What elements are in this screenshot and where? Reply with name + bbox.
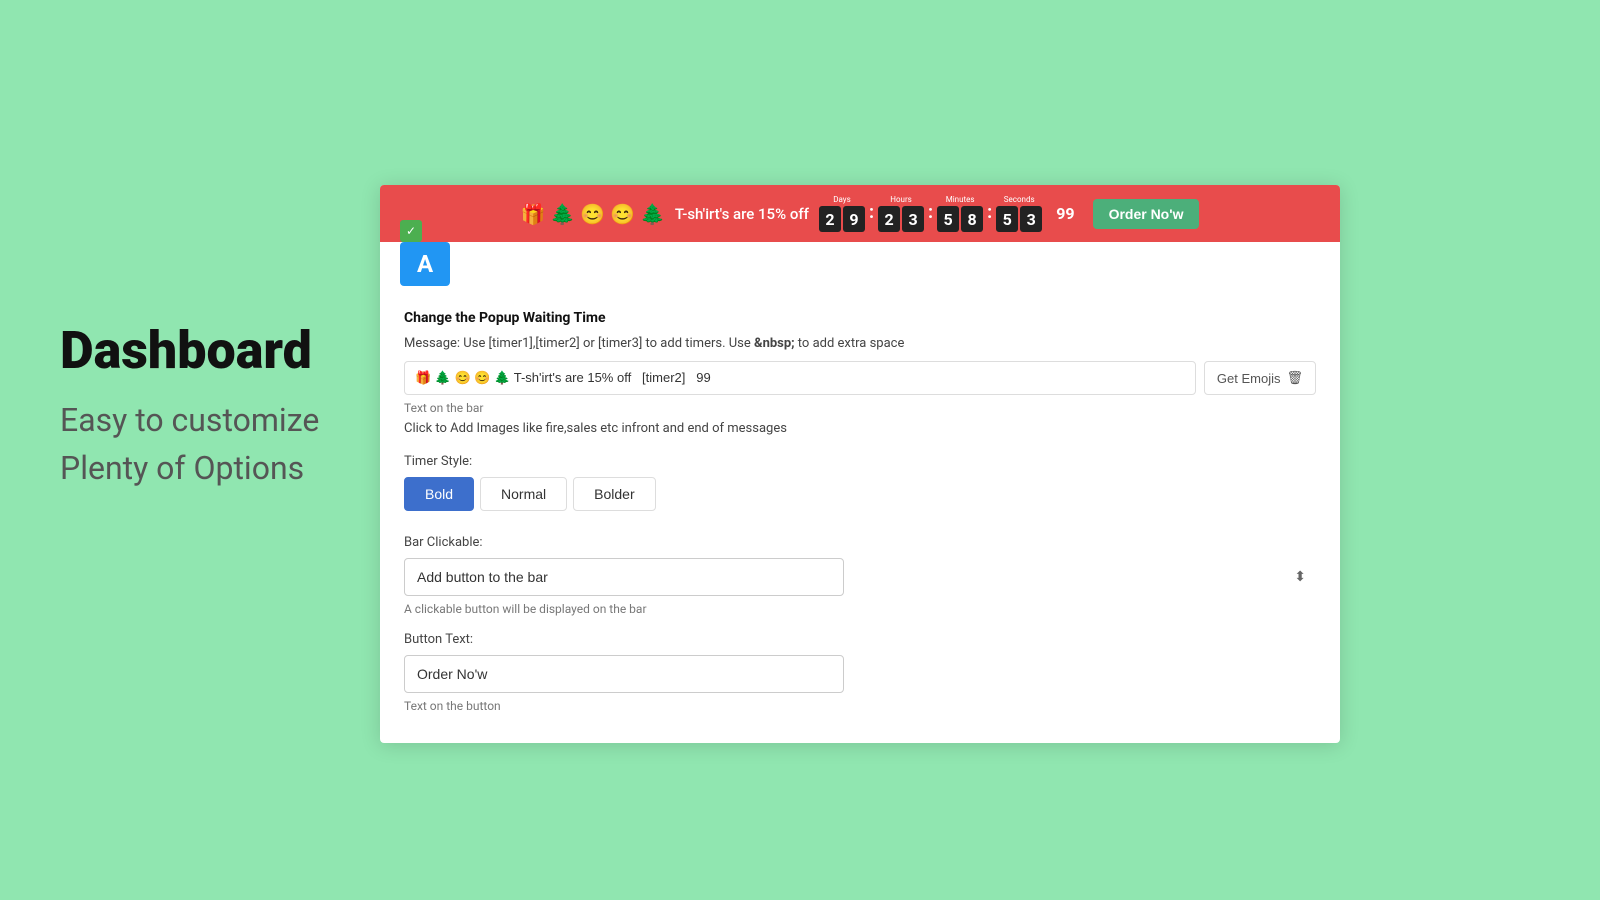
- subtitle-options: Plenty of Options: [60, 449, 319, 487]
- main-card: 🎁 🌲 😊 😊 🌲 T-sh'irt's are 15% off Days 2 …: [380, 185, 1340, 743]
- section-title: Change the Popup Waiting Time: [404, 310, 1316, 326]
- timer-btn-bolder[interactable]: Bolder: [573, 477, 655, 511]
- info-text: Message: Use [timer1],[timer2] or [timer…: [404, 336, 1316, 351]
- logo-area: ✓ A: [380, 242, 1340, 294]
- get-emojis-button[interactable]: Get Emojis 🗑: [1204, 361, 1316, 395]
- message-field-hint: Text on the bar: [404, 401, 1316, 415]
- days-label: Days: [833, 195, 850, 204]
- form-content: Change the Popup Waiting Time Message: U…: [380, 294, 1340, 743]
- seconds-digit-2: 3: [1020, 206, 1042, 232]
- bar-emojis: 🎁 🌲 😊 😊 🌲: [521, 202, 665, 226]
- bar-clickable-label: Bar Clickable:: [404, 535, 1316, 550]
- button-text-label: Button Text:: [404, 632, 1316, 647]
- timer-container: Days 2 9 : Hours 2 3 : Minutes 5 8: [819, 195, 1042, 232]
- bar-count: 99: [1056, 204, 1074, 223]
- timer-minutes-group: Minutes 5 8: [937, 195, 983, 232]
- subtitle-easy: Easy to customize: [60, 401, 319, 439]
- button-text-input[interactable]: [404, 655, 844, 693]
- hours-digit-2: 3: [902, 206, 924, 232]
- logo-box: A: [400, 242, 450, 286]
- bar-clickable-select[interactable]: Add button to the bar Make bar clickable…: [404, 558, 844, 596]
- colon-1: :: [869, 202, 874, 225]
- timer-days: 2 9: [819, 206, 865, 232]
- hours-digit-1: 2: [878, 206, 900, 232]
- minutes-digit-2: 8: [961, 206, 983, 232]
- seconds-label: Seconds: [1004, 195, 1035, 204]
- colon-2: :: [928, 202, 933, 225]
- bar-clickable-select-wrapper: Add button to the bar Make bar clickable…: [404, 558, 1316, 596]
- logo-check: ✓: [400, 220, 422, 242]
- select-arrow-icon: ⬍: [1294, 569, 1306, 585]
- days-digit-1: 2: [819, 206, 841, 232]
- bar-promo-text: T-sh'irt's are 15% off: [675, 205, 809, 223]
- days-digit-2: 9: [843, 206, 865, 232]
- timer-seconds: 5 3: [996, 206, 1042, 232]
- timer-btn-bold[interactable]: Bold: [404, 477, 474, 511]
- timer-days-group: Days 2 9: [819, 195, 865, 232]
- minutes-label: Minutes: [946, 195, 975, 204]
- dashboard-title: Dashboard: [60, 320, 319, 381]
- timer-style-label: Timer Style:: [404, 454, 1316, 469]
- timer-btn-normal[interactable]: Normal: [480, 477, 567, 511]
- message-input[interactable]: [404, 361, 1196, 395]
- trash-icon: 🗑: [1286, 370, 1303, 386]
- hours-label: Hours: [890, 195, 912, 204]
- timer-seconds-group: Seconds 5 3: [996, 195, 1042, 232]
- bar-hint: A clickable button will be displayed on …: [404, 602, 1316, 616]
- get-emojis-label: Get Emojis: [1217, 371, 1281, 386]
- button-text-hint: Text on the button: [404, 699, 1316, 713]
- timer-hours: 2 3: [878, 206, 924, 232]
- preview-bar: 🎁 🌲 😊 😊 🌲 T-sh'irt's are 15% off Days 2 …: [380, 185, 1340, 242]
- message-row: Get Emojis 🗑: [404, 361, 1316, 395]
- timer-hours-group: Hours 2 3: [878, 195, 924, 232]
- minutes-digit-1: 5: [937, 206, 959, 232]
- order-now-button[interactable]: Order No'w: [1093, 199, 1200, 229]
- click-hint: Click to Add Images like fire,sales etc …: [404, 421, 1316, 436]
- timer-minutes: 5 8: [937, 206, 983, 232]
- timer-btn-group: Bold Normal Bolder: [404, 477, 1316, 511]
- colon-3: :: [987, 202, 992, 225]
- seconds-digit-1: 5: [996, 206, 1018, 232]
